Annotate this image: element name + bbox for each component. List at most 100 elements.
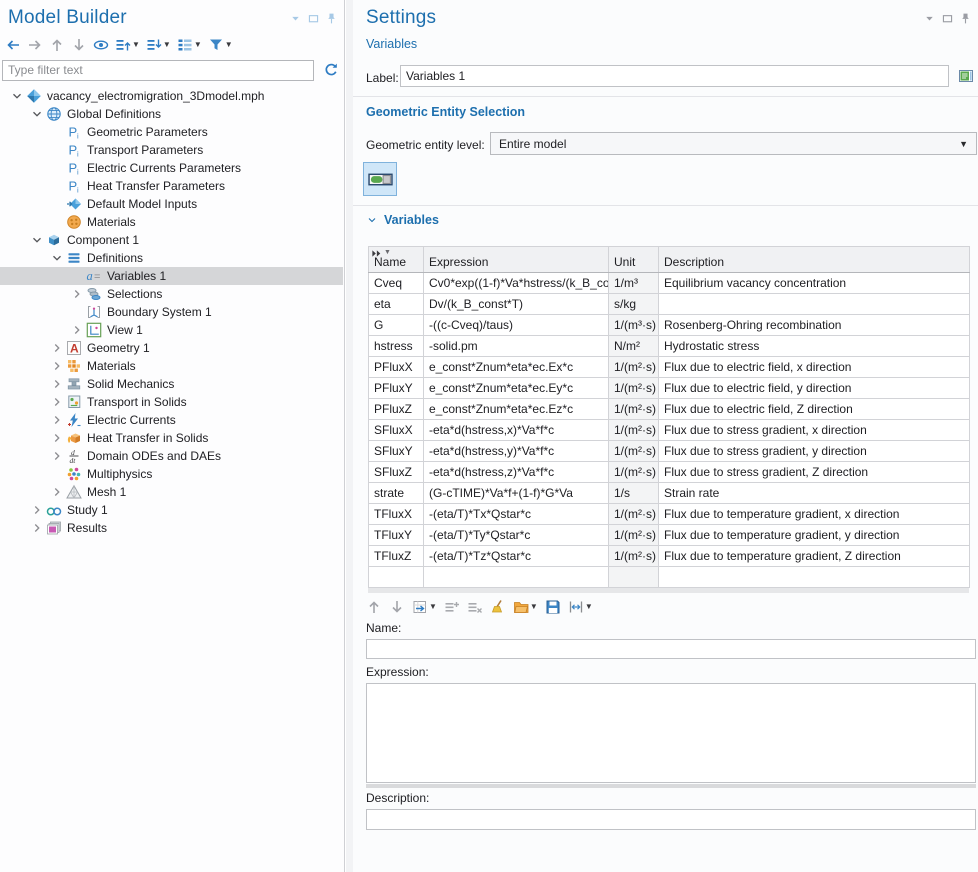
column-header-expression[interactable]: Expression xyxy=(424,247,609,273)
model-builder-filter-button[interactable]: ▼ xyxy=(208,37,233,53)
table-cell[interactable]: Flux due to temperature gradient, y dire… xyxy=(659,525,970,546)
table-cell[interactable]: -eta*d(hstress,x)*Va*f*c xyxy=(424,420,609,441)
tree-expand-chevron-icon[interactable] xyxy=(68,323,86,337)
table-cell[interactable]: 1/(m²·s) xyxy=(609,504,659,525)
add-row-button[interactable] xyxy=(444,599,460,615)
tree-item-electric-currents-parameters[interactable]: Electric Currents Parameters xyxy=(0,159,343,177)
tree-expand-chevron-icon[interactable] xyxy=(28,521,46,535)
table-cell[interactable]: 1/(m²·s) xyxy=(609,525,659,546)
table-cell[interactable]: Dv/(k_B_const*T) xyxy=(424,294,609,315)
dropdown-caret-icon[interactable]: ▼ xyxy=(429,603,437,611)
settings-breadcrumb[interactable]: Variables xyxy=(366,37,417,51)
label-input[interactable] xyxy=(400,65,949,87)
table-cell[interactable]: e_const*Znum*eta*ec.Ez*c xyxy=(424,399,609,420)
tree-item-transport-in-solids[interactable]: Transport in Solids xyxy=(0,393,343,411)
tree-item-definitions[interactable]: Definitions xyxy=(0,249,343,267)
tree-expand-chevron-icon[interactable] xyxy=(68,287,86,301)
table-cell[interactable]: -((c-Cveq)/taus) xyxy=(424,315,609,336)
table-cell[interactable]: eta xyxy=(369,294,424,315)
tree-item-component-1[interactable]: Component 1 xyxy=(0,231,343,249)
tree-expand-chevron-icon[interactable] xyxy=(48,413,66,427)
float-window-icon[interactable] xyxy=(307,12,320,25)
active-toggle-button[interactable] xyxy=(363,162,397,196)
tree-item-domain-odes-and-daes[interactable]: Domain ODEs and DAEs xyxy=(0,447,343,465)
table-cell[interactable]: SFluxX xyxy=(369,420,424,441)
pin-panel-icon[interactable] xyxy=(959,12,972,25)
table-cell[interactable]: Flux due to stress gradient, Z direction xyxy=(659,462,970,483)
table-cell[interactable]: PFluxX xyxy=(369,357,424,378)
table-cell[interactable] xyxy=(659,567,970,588)
dropdown-caret-icon[interactable]: ▼ xyxy=(163,41,171,49)
table-cell[interactable]: Flux due to stress gradient, y direction xyxy=(659,441,970,462)
table-cell[interactable]: 1/m³ xyxy=(609,273,659,294)
table-cell[interactable]: Equilibrium vacancy concentration xyxy=(659,273,970,294)
tree-item-electric-currents[interactable]: Electric Currents xyxy=(0,411,343,429)
tree-item-materials[interactable]: Materials xyxy=(0,357,343,375)
table-cell[interactable]: TFluxX xyxy=(369,504,424,525)
table-cell[interactable]: PFluxY xyxy=(369,378,424,399)
tree-expand-chevron-icon[interactable] xyxy=(48,341,66,355)
tree-item-materials[interactable]: Materials xyxy=(0,213,343,231)
table-cell[interactable]: strate xyxy=(369,483,424,504)
tree-expand-chevron-icon[interactable] xyxy=(48,395,66,409)
table-cell[interactable]: Strain rate xyxy=(659,483,970,504)
tree-item-heat-transfer-in-solids[interactable]: Heat Transfer in Solids xyxy=(0,429,343,447)
column-header-name[interactable]: ▼Name xyxy=(369,247,424,273)
table-cell[interactable]: 1/(m²·s) xyxy=(609,546,659,567)
table-cell[interactable]: s/kg xyxy=(609,294,659,315)
dropdown-caret-icon[interactable]: ▼ xyxy=(132,41,140,49)
panel-menu-icon[interactable] xyxy=(923,12,936,25)
tree-expand-chevron-icon[interactable] xyxy=(28,503,46,517)
collapse-section-icon[interactable] xyxy=(366,214,378,226)
name-input[interactable] xyxy=(366,639,976,659)
table-cell[interactable]: (G-cTIME)*Va*f+(1-f)*G*Va xyxy=(424,483,609,504)
dropdown-caret-icon[interactable]: ▼ xyxy=(585,603,593,611)
tree-collapse-chevron-icon[interactable] xyxy=(28,233,46,247)
tree-item-variables-1[interactable]: Variables 1 xyxy=(0,267,343,285)
move-row-up-button[interactable] xyxy=(366,599,382,615)
dropdown-caret-icon[interactable]: ▼ xyxy=(530,603,538,611)
collapse-all-button[interactable]: ▼ xyxy=(146,37,171,53)
pin-panel-icon[interactable] xyxy=(325,12,338,25)
tree-expand-chevron-icon[interactable] xyxy=(48,377,66,391)
geometric-entity-level-select[interactable]: Entire model ▼ xyxy=(490,132,977,155)
table-cell[interactable] xyxy=(659,294,970,315)
sort-columns-icon[interactable]: ▼ xyxy=(371,248,391,259)
tree-item-vacancy-electromigration-3dmodel-mph[interactable]: vacancy_electromigration_3Dmodel.mph xyxy=(0,87,343,105)
table-cell[interactable]: 1/(m²·s) xyxy=(609,399,659,420)
variables-section-header[interactable]: Variables xyxy=(366,213,439,227)
move-row-down-button[interactable] xyxy=(389,599,405,615)
table-cell[interactable]: -eta*d(hstress,z)*Va*f*c xyxy=(424,462,609,483)
table-cell[interactable]: SFluxZ xyxy=(369,462,424,483)
table-cell[interactable]: Cveq xyxy=(369,273,424,294)
table-cell[interactable]: TFluxY xyxy=(369,525,424,546)
horizontal-scrollbar[interactable] xyxy=(368,588,969,593)
table-cell[interactable]: Flux due to temperature gradient, x dire… xyxy=(659,504,970,525)
column-header-unit[interactable]: Unit xyxy=(609,247,659,273)
tree-item-global-definitions[interactable]: Global Definitions xyxy=(0,105,343,123)
table-cell[interactable]: Flux due to stress gradient, x direction xyxy=(659,420,970,441)
refresh-button[interactable] xyxy=(320,59,342,81)
move-up-button[interactable] xyxy=(49,37,65,53)
model-tree-node-text-button[interactable]: ▼ xyxy=(177,37,202,53)
table-cell[interactable]: -(eta/T)*Ty*Qstar*c xyxy=(424,525,609,546)
tree-item-view-1[interactable]: View 1 xyxy=(0,321,343,339)
table-cell[interactable]: e_const*Znum*eta*ec.Ey*c xyxy=(424,378,609,399)
table-cell[interactable]: 1/(m³·s) xyxy=(609,315,659,336)
tree-expand-chevron-icon[interactable] xyxy=(48,485,66,499)
tree-collapse-chevron-icon[interactable] xyxy=(28,107,46,121)
table-cell[interactable] xyxy=(609,567,659,588)
table-cell[interactable]: Flux due to electric field, x direction xyxy=(659,357,970,378)
table-cell[interactable]: Rosenberg-Ohring recombination xyxy=(659,315,970,336)
show-button[interactable] xyxy=(93,37,109,53)
table-cell[interactable] xyxy=(369,567,424,588)
tree-filter-input[interactable] xyxy=(2,60,314,81)
clear-table-button[interactable] xyxy=(490,599,506,615)
tree-expand-chevron-icon[interactable] xyxy=(48,449,66,463)
panel-splitter[interactable] xyxy=(346,0,353,872)
table-cell[interactable]: -eta*d(hstress,y)*Va*f*c xyxy=(424,441,609,462)
textarea-resize-handle[interactable] xyxy=(366,784,976,788)
expression-textarea[interactable] xyxy=(366,683,976,783)
tree-item-mesh-1[interactable]: Mesh 1 xyxy=(0,483,343,501)
tree-item-study-1[interactable]: Study 1 xyxy=(0,501,343,519)
